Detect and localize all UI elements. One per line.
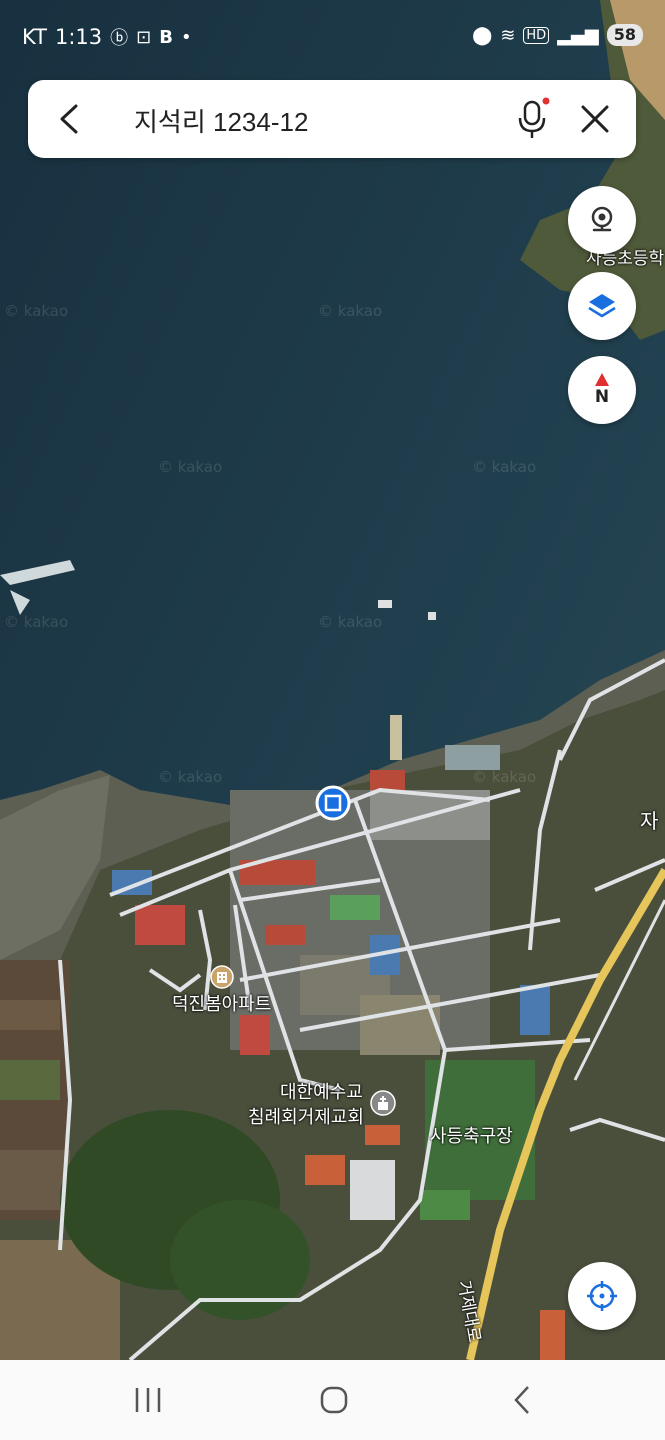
hd-icon: HD — [523, 26, 550, 44]
compass-needle-icon — [595, 373, 609, 386]
app-b-icon: ⓑ — [110, 28, 129, 49]
system-nav-bar — [0, 1360, 665, 1440]
recent-apps-icon[interactable] — [132, 1380, 164, 1420]
map-watermark: © kakao — [4, 302, 69, 320]
partial-place-label: 자 — [640, 809, 659, 833]
b-notification-icon: B — [159, 26, 173, 48]
signal-icon: ▂▄▆ — [557, 24, 599, 46]
map-watermark: © kakao — [472, 768, 537, 786]
map-watermark: © kakao — [4, 613, 69, 631]
church-label-line2: 침례회거제교회 — [248, 1107, 364, 1128]
apartment-label: 덕진봄아파트 — [172, 994, 272, 1015]
back-nav-icon[interactable] — [508, 1380, 536, 1420]
church-icon — [370, 1090, 396, 1116]
satellite-map[interactable] — [0, 0, 665, 1360]
layers-icon — [588, 294, 616, 318]
battery-level: 58 — [606, 24, 643, 46]
compass-north-label: N — [594, 387, 610, 407]
map-watermark: © kakao — [318, 613, 383, 631]
church-label-line1: 대한예수교 — [280, 1082, 363, 1103]
street-view-button[interactable] — [568, 186, 636, 254]
street-view-icon — [591, 206, 613, 232]
map-watermark: © kakao — [318, 302, 383, 320]
crosshair-icon — [587, 1281, 617, 1311]
map-watermark: © kakao — [158, 768, 223, 786]
layers-button[interactable] — [568, 272, 636, 340]
clock: 1:13 — [54, 25, 103, 49]
carrier-label: KT — [22, 25, 47, 49]
location-icon: ⬤ — [472, 24, 493, 46]
scan-icon: ⊡ — [136, 26, 152, 48]
back-arrow-icon[interactable] — [52, 100, 88, 138]
close-icon[interactable] — [576, 100, 614, 138]
compass-button[interactable]: N — [568, 356, 636, 424]
microphone-icon[interactable] — [510, 96, 554, 142]
status-bar: KT 1:13 ⓑ ⊡ B • ⬤ ≋ HD ▂▄▆ 58 — [0, 0, 665, 76]
home-icon[interactable] — [318, 1380, 350, 1420]
dot-icon: • — [180, 26, 192, 48]
soccer-field-label: 사등축구장 — [430, 1126, 513, 1147]
map-watermark: © kakao — [158, 458, 223, 476]
map-watermark: © kakao — [472, 458, 537, 476]
wifi-icon: ≋ — [500, 24, 516, 46]
my-location-button[interactable] — [568, 1262, 636, 1330]
search-query[interactable]: 지석리 1234-12 — [134, 102, 308, 139]
apartment-icon — [210, 965, 234, 989]
search-bar[interactable]: 지석리 1234-12 — [28, 80, 636, 158]
